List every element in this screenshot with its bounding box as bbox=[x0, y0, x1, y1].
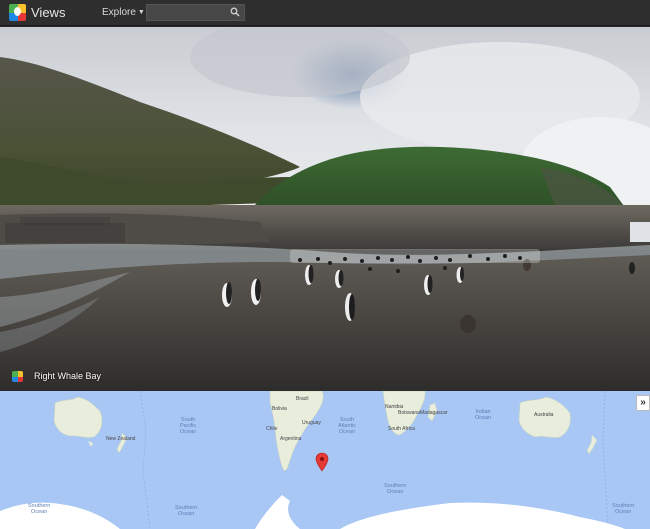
explore-label: Explore bbox=[102, 7, 136, 18]
search-box bbox=[146, 4, 245, 21]
location-caption[interactable]: Right Whale Bay bbox=[12, 369, 101, 383]
land-label-brazil: Brazil bbox=[296, 396, 309, 402]
ocean-label-southern-2: Southern Ocean bbox=[175, 505, 198, 517]
ocean-label-southern-1: Southern Ocean bbox=[28, 503, 51, 515]
street-view-panorama[interactable]: Right Whale Bay bbox=[0, 27, 650, 390]
caret-down-icon: ▼ bbox=[137, 9, 145, 16]
world-map[interactable]: South Pacific Ocean South Atlantic Ocean… bbox=[0, 391, 650, 529]
penguin-colony bbox=[5, 217, 125, 243]
land-label-argentina: Argentina bbox=[280, 436, 302, 442]
land-label-new-zealand: New Zealand bbox=[106, 436, 136, 442]
expand-map-button[interactable]: » bbox=[636, 395, 650, 411]
ocean-label-south-atlantic: South Atlantic Ocean bbox=[338, 417, 357, 435]
ocean-label-southern-4: Southern Ocean bbox=[612, 503, 635, 515]
land-label-uruguay: Uruguay bbox=[302, 420, 321, 426]
maps-pin-icon bbox=[12, 370, 23, 382]
app-title[interactable]: Views bbox=[31, 5, 65, 20]
land-label-botswana: Botswana bbox=[398, 410, 420, 416]
location-name: Right Whale Bay bbox=[34, 371, 102, 381]
land-label-south-africa: South Africa bbox=[388, 426, 415, 432]
explore-menu-button[interactable]: Explore ▼ bbox=[102, 7, 145, 18]
land-label-madagascar: Madagascar bbox=[420, 410, 448, 416]
land-label-australia: Australia bbox=[534, 412, 554, 418]
search-input[interactable] bbox=[147, 5, 229, 20]
ocean-label-indian: Indian Ocean bbox=[475, 409, 492, 421]
ocean-label-south-pacific: South Pacific Ocean bbox=[180, 417, 197, 435]
top-bar: Views Explore ▼ bbox=[0, 0, 650, 26]
ocean-label-southern-3: Southern Ocean bbox=[384, 483, 407, 495]
search-icon[interactable] bbox=[230, 7, 240, 17]
land-label-chile: Chile bbox=[266, 426, 278, 432]
views-logo-icon[interactable] bbox=[9, 4, 26, 21]
panorama-image bbox=[0, 27, 650, 390]
land-label-bolivia: Bolivia bbox=[272, 406, 287, 412]
